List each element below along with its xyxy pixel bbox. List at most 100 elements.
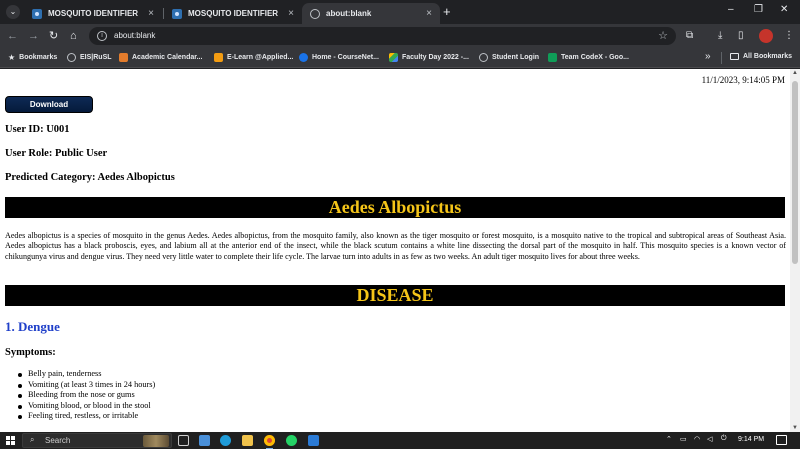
calendar-icon [119,53,128,62]
bookmark-label: Faculty Day 2022 -... [402,54,469,61]
list-item: Vomiting (at least 3 times in 24 hours) [17,379,156,389]
bookmark-label: Home - CourseNet... [312,54,379,61]
list-item: Bleeding from the nose or gums [17,390,155,401]
user-id: User ID: U001 [5,124,70,135]
forward-icon[interactable]: → [28,29,39,43]
list-item: Feeling tired, restless, or irritable [17,411,155,422]
tab-strip: ⌄ MOSQUITO IDENTIFIER × MOSQUITO IDENTIF… [0,0,800,24]
bookmark-faculty-day[interactable]: Faculty Day 2022 -... [389,53,469,62]
power-icon[interactable]: ⏻ [721,435,727,443]
elearn-icon [214,53,223,62]
vscode-icon[interactable] [308,435,319,446]
disease-name: 1. Dengue [5,319,60,334]
battery-icon[interactable]: ▭ [680,435,687,443]
globe-icon [479,53,488,62]
bookmark-eis-rusl[interactable]: EIS|RuSL [67,53,112,62]
bookmarks-bar: ★ Bookmarks EIS|RuSL Academic Calendar..… [0,48,800,68]
close-tab-icon[interactable]: × [286,8,296,19]
task-view-icon[interactable] [178,435,189,446]
globe-icon [310,8,320,19]
symptoms-heading: Symptoms: [5,347,56,358]
folder-icon [730,53,739,60]
globe-icon [67,53,76,62]
back-icon[interactable]: ← [7,29,18,43]
volume-icon[interactable]: ◁ [707,435,712,443]
windows-start-icon[interactable] [6,436,15,445]
tab-search-icon[interactable]: ⌄ [6,5,20,19]
extensions-icon[interactable]: ⧉ [686,29,693,43]
home-icon[interactable]: ⌂ [70,29,77,43]
tab-mosquito-identifier-2[interactable]: MOSQUITO IDENTIFIER × [164,3,302,24]
list-item: Vomiting blood, or blood in the stool [17,401,155,412]
close-tab-icon[interactable]: × [146,8,156,19]
bookmark-bookmarks[interactable]: ★ Bookmarks [8,53,57,62]
coursenet-icon [299,53,308,62]
tray-expand-icon[interactable]: ⌃ [666,435,672,443]
user-role: User Role: Public User [5,148,108,159]
tab-mosquito-identifier-1[interactable]: MOSQUITO IDENTIFIER × [24,3,162,24]
download-icon[interactable]: ⤓ [718,29,722,43]
sheets-icon [548,53,557,62]
vertical-scrollbar[interactable]: ▲ ▼ [790,69,800,432]
whatsapp-icon[interactable] [286,435,297,446]
mosquito-app-icon [32,8,42,19]
minimize-icon[interactable]: – [728,4,734,15]
wifi-icon[interactable]: ◠ [694,435,700,443]
chrome-icon[interactable] [264,435,275,449]
species-description: Aedes albopictus is a species of mosquit… [5,231,786,261]
bookmark-team-codex[interactable]: Team CodeX - Goo... [548,53,629,62]
all-bookmarks-label: All Bookmarks [743,53,793,60]
edge-icon[interactable] [220,435,231,446]
report-timestamp: 11/1/2023, 9:14:05 PM [701,75,785,85]
scroll-down-icon[interactable]: ▼ [792,425,798,431]
bookmark-label: Academic Calendar... [132,54,203,61]
search-icon: ⌕ [30,435,35,444]
new-tab-icon[interactable]: + [443,5,451,18]
disease-banner: DISEASE [5,285,785,306]
windows-taskbar: ⌕ Search ⌃ ▭ ◠ ◁ ⏻ 9:14 PM [0,432,800,449]
reload-icon[interactable]: ↻ [49,29,58,43]
side-panel-icon[interactable]: ▯ [738,29,744,43]
predicted-category: Predicted Category: Aedes Albopictus [5,172,175,183]
bookmark-label: EIS|RuSL [80,54,112,61]
bookmark-student-login[interactable]: Student Login [479,53,539,62]
all-bookmarks-button[interactable]: All Bookmarks [730,53,792,60]
taskbar-search-box[interactable]: ⌕ Search [22,433,172,448]
bookmark-label: E-Learn @Applied... [227,54,294,61]
profile-avatar[interactable] [759,29,773,43]
more-bookmarks-icon[interactable]: » [705,51,711,62]
address-bar[interactable]: i about:blank ☆ [89,27,676,45]
file-explorer-icon[interactable] [242,435,253,446]
scroll-up-icon[interactable]: ▲ [792,70,798,76]
address-text[interactable]: about:blank [114,31,155,40]
list-item: Belly pain, tenderness [17,369,155,380]
tab-title: about:blank [326,9,372,18]
mosquito-app-icon [172,8,182,19]
tab-title: MOSQUITO IDENTIFIER [48,9,139,18]
widgets-icon[interactable] [199,435,210,446]
bookmark-coursenet[interactable]: Home - CourseNet... [299,53,379,62]
bookmark-label: Bookmarks [19,54,58,61]
close-window-icon[interactable]: ✕ [780,4,788,15]
star-icon: ★ [8,53,16,62]
notification-icon[interactable] [776,435,787,445]
search-highlight-image [143,435,169,447]
bookmark-star-icon[interactable]: ☆ [658,29,668,42]
bookmark-academic-calendar[interactable]: Academic Calendar... [119,53,202,62]
bookmark-e-learn[interactable]: E-Learn @Applied... [214,53,293,62]
download-button[interactable]: Download [5,96,93,113]
browser-toolbar: ← → ↻ ⌂ i about:blank ☆ ⧉ ⤓ ▯ ⋮ [0,24,800,48]
tab-about-blank[interactable]: about:blank × [302,3,440,24]
taskbar-clock[interactable]: 9:14 PM [738,436,764,443]
symptoms-list: Belly pain, tenderness Vomiting (at leas… [17,369,156,422]
tab-title: MOSQUITO IDENTIFIER [188,9,279,18]
bookmark-label: Team CodeX - Goo... [561,54,629,61]
close-tab-icon[interactable]: × [424,8,434,19]
bookmark-label: Student Login [492,54,540,61]
menu-kebab-icon[interactable]: ⋮ [784,29,794,43]
site-info-icon[interactable]: i [97,31,107,41]
bookmarks-divider [721,52,722,64]
taskbar-search-label: Search [45,436,71,445]
restore-icon[interactable]: ❐ [754,4,763,15]
scroll-thumb[interactable] [792,81,798,264]
